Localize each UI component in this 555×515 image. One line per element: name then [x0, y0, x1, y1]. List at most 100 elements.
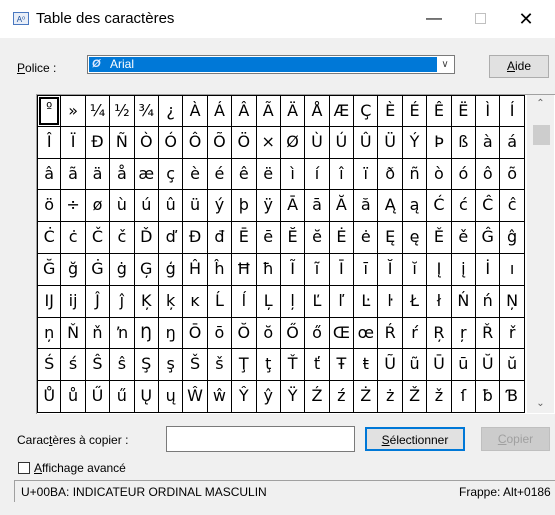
maximize-button[interactable] — [457, 0, 503, 38]
character-cell[interactable]: Đ — [183, 222, 208, 254]
character-cell[interactable]: Ú — [329, 126, 355, 159]
character-cell[interactable]: ć — [451, 190, 477, 223]
character-cell[interactable]: ő — [305, 317, 330, 350]
character-cell[interactable]: Ś — [37, 349, 62, 382]
character-cell[interactable]: Ċ — [37, 222, 62, 254]
character-cell[interactable]: Ě — [427, 222, 452, 254]
character-cell[interactable]: ā — [305, 190, 330, 223]
character-cell[interactable]: ÿ — [256, 190, 281, 223]
character-cell[interactable]: Å — [305, 95, 330, 127]
character-cell[interactable]: Ŷ — [232, 381, 257, 413]
character-cell[interactable]: À — [183, 95, 208, 127]
character-cell[interactable]: ø — [85, 190, 111, 223]
character-cell[interactable]: Ź — [305, 381, 330, 413]
character-cell[interactable]: Į — [427, 253, 452, 286]
character-cell[interactable]: Ń — [451, 285, 477, 318]
character-cell[interactable]: Č — [85, 222, 111, 254]
character-cell[interactable]: » — [61, 95, 86, 127]
character-cell[interactable]: ŏ — [256, 317, 281, 350]
character-cell[interactable]: ó — [451, 158, 477, 191]
character-cell[interactable]: ņ — [37, 317, 62, 350]
character-cell[interactable]: ľ — [329, 285, 355, 318]
character-cell[interactable]: â — [37, 158, 62, 191]
character-cell[interactable]: ù — [110, 190, 135, 223]
character-cell[interactable]: õ — [500, 158, 525, 191]
character-cell[interactable]: Ň — [61, 317, 86, 350]
character-cell[interactable]: è — [183, 158, 208, 191]
character-cell[interactable]: œ — [354, 317, 379, 350]
character-cell[interactable]: Ý — [402, 126, 428, 159]
character-cell[interactable]: Ę — [378, 222, 403, 254]
character-cell[interactable]: Ô — [183, 126, 208, 159]
character-cell[interactable]: ě — [451, 222, 477, 254]
character-cell[interactable]: Ē — [232, 222, 257, 254]
character-cell[interactable]: Ë — [451, 95, 477, 127]
character-cell[interactable]: Ş — [134, 349, 159, 382]
character-cell[interactable]: Ĥ — [183, 253, 208, 286]
character-cell[interactable]: ġ — [110, 253, 135, 286]
character-cell[interactable]: Ă — [329, 190, 355, 223]
character-cell[interactable]: ï — [354, 158, 379, 191]
character-cell[interactable]: Ò — [134, 126, 159, 159]
character-cell[interactable]: Ģ — [134, 253, 159, 286]
character-cell[interactable]: Í — [500, 95, 525, 127]
character-cell[interactable]: ë — [256, 158, 281, 191]
advanced-view[interactable]: Affichage avancé — [18, 460, 126, 475]
character-cell[interactable]: Ņ — [500, 285, 525, 318]
character-cell[interactable]: ſ — [451, 381, 477, 413]
character-cell[interactable]: ƀ — [476, 381, 501, 413]
character-cell[interactable]: Ó — [158, 126, 184, 159]
chevron-down-icon[interactable]: ∨ — [436, 56, 454, 73]
character-cell[interactable]: Ì — [476, 95, 501, 127]
character-cell[interactable]: ä — [85, 158, 111, 191]
character-cell[interactable]: Š — [183, 349, 208, 382]
character-cell[interactable]: ď — [158, 222, 184, 254]
character-cell[interactable]: þ — [232, 190, 257, 223]
character-cell[interactable]: Ť — [280, 349, 306, 382]
character-cell[interactable]: Ð — [85, 126, 111, 159]
character-cell[interactable]: é — [207, 158, 233, 191]
character-cell[interactable]: Ų — [134, 381, 159, 413]
character-cell[interactable]: Ļ — [256, 285, 281, 318]
grid-scrollbar[interactable]: ⌃ ⌄ — [527, 95, 554, 413]
character-cell[interactable]: Ŕ — [378, 317, 403, 350]
character-cell[interactable]: ś — [61, 349, 86, 382]
character-cell[interactable]: Ė — [329, 222, 355, 254]
character-cell[interactable]: ş — [158, 349, 184, 382]
character-cell[interactable]: Ħ — [232, 253, 257, 286]
character-cell[interactable]: ź — [329, 381, 355, 413]
character-cell[interactable]: ĩ — [305, 253, 330, 286]
character-cell[interactable]: ð — [378, 158, 403, 191]
character-cell[interactable]: ¼ — [85, 95, 111, 127]
character-cell[interactable]: ÷ — [61, 190, 86, 223]
character-cell[interactable]: Ŧ — [329, 349, 355, 382]
character-cell[interactable]: Î — [37, 126, 62, 159]
character-cell[interactable]: ł — [427, 285, 452, 318]
character-cell[interactable]: ĵ — [110, 285, 135, 318]
character-cell[interactable]: à — [476, 126, 501, 159]
character-cell[interactable]: Ũ — [378, 349, 403, 382]
character-cell[interactable]: ú — [134, 190, 159, 223]
character-cell[interactable]: ö — [37, 190, 62, 223]
character-cell[interactable]: ċ — [61, 222, 86, 254]
character-cell[interactable]: ĸ — [183, 285, 208, 318]
character-cell[interactable]: î — [329, 158, 355, 191]
character-cell[interactable]: Ø — [280, 126, 306, 159]
character-cell[interactable]: Ĺ — [207, 285, 233, 318]
character-cell[interactable]: ħ — [256, 253, 281, 286]
character-cell[interactable]: Ć — [427, 190, 452, 223]
character-cell[interactable]: Ĭ — [378, 253, 403, 286]
character-cell[interactable]: ů — [61, 381, 86, 413]
character-cell[interactable]: ų — [158, 381, 184, 413]
character-cell[interactable]: ç — [158, 158, 184, 191]
scroll-thumb[interactable] — [533, 125, 550, 145]
character-cell[interactable]: ĕ — [305, 222, 330, 254]
character-cell[interactable]: ĥ — [207, 253, 233, 286]
character-cell[interactable]: ñ — [402, 158, 428, 191]
close-button[interactable]: ✕ — [503, 0, 549, 38]
character-cell[interactable]: Á — [207, 95, 233, 127]
character-cell[interactable]: ŕ — [402, 317, 428, 350]
character-cell[interactable]: æ — [134, 158, 159, 191]
character-cell[interactable]: ą — [402, 190, 428, 223]
character-cell[interactable]: ĝ — [500, 222, 525, 254]
